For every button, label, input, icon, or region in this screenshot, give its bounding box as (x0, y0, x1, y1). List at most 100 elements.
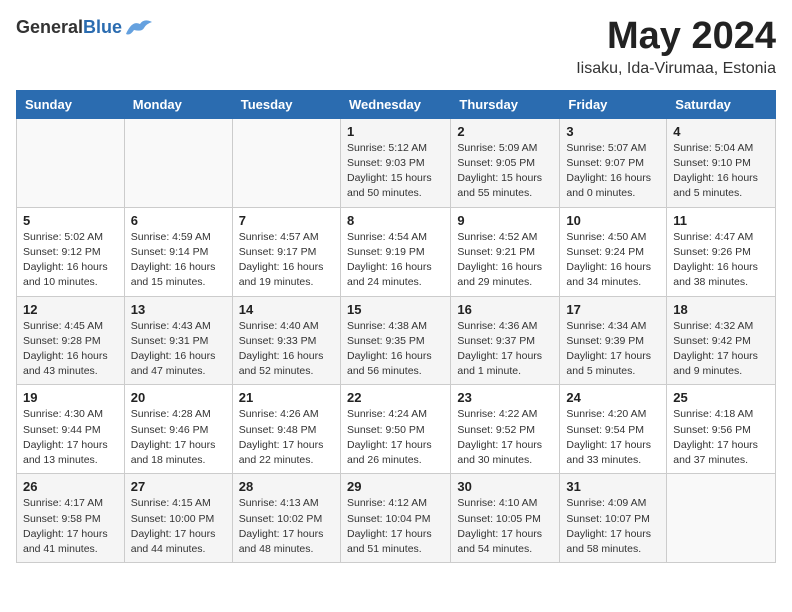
weekday-header-saturday: Saturday (667, 90, 776, 118)
day-info: Sunrise: 4:40 AM Sunset: 9:33 PM Dayligh… (239, 319, 334, 380)
day-number: 9 (457, 213, 553, 228)
day-info: Sunrise: 4:17 AM Sunset: 9:58 PM Dayligh… (23, 496, 118, 557)
calendar-week-row: 19Sunrise: 4:30 AM Sunset: 9:44 PM Dayli… (17, 385, 776, 474)
day-number: 22 (347, 390, 444, 405)
calendar-week-row: 12Sunrise: 4:45 AM Sunset: 9:28 PM Dayli… (17, 296, 776, 385)
calendar-cell: 28Sunrise: 4:13 AM Sunset: 10:02 PM Dayl… (232, 474, 340, 563)
day-number: 2 (457, 124, 553, 139)
day-info: Sunrise: 4:32 AM Sunset: 9:42 PM Dayligh… (673, 319, 769, 380)
day-number: 17 (566, 302, 660, 317)
day-info: Sunrise: 5:09 AM Sunset: 9:05 PM Dayligh… (457, 141, 553, 202)
day-number: 12 (23, 302, 118, 317)
calendar-cell: 11 Sunrise: 4:47 AM Sunset: 9:26 PM Dayli… (667, 207, 776, 296)
weekday-header-tuesday: Tuesday (232, 90, 340, 118)
calendar-cell: 31 Sunrise: 4:09 AM Sunset: 10:07 PM Dayl… (560, 474, 667, 563)
calendar-cell (232, 118, 340, 207)
calendar-cell: 1 Sunrise: 5:12 AM Sunset: 9:03 PM Daylig… (340, 118, 450, 207)
weekday-header-friday: Friday (560, 90, 667, 118)
day-number: 21 (239, 390, 334, 405)
day-number: 29 (347, 479, 444, 494)
day-info: Sunrise: 4:34 AM Sunset: 9:39 PM Dayligh… (566, 319, 660, 380)
day-number: 8 (347, 213, 444, 228)
calendar-cell: 6 Sunrise: 4:59 AM Sunset: 9:14 PM Daylig… (124, 207, 232, 296)
day-info: Sunrise: 4:52 AM Sunset: 9:21 PM Dayligh… (457, 230, 553, 291)
day-number: 5 (23, 213, 118, 228)
day-number: 3 (566, 124, 660, 139)
day-number: 30 (457, 479, 553, 494)
day-info: Sunrise: 4:09 AM Sunset: 10:07 PM Daylig… (566, 496, 660, 557)
day-info: Sunrise: 4:15 AM Sunset: 10:00 PM Daylig… (131, 496, 226, 557)
day-info: Sunrise: 4:24 AM Sunset: 9:50 PM Dayligh… (347, 407, 444, 468)
calendar-cell: 2 Sunrise: 5:09 AM Sunset: 9:05 PM Daylig… (451, 118, 560, 207)
day-number: 20 (131, 390, 226, 405)
title-area: May 2024 Iisaku, Ida-Virumaa, Estonia (576, 16, 776, 78)
day-number: 27 (131, 479, 226, 494)
day-number: 26 (23, 479, 118, 494)
calendar-cell: 27 Sunrise: 4:15 AM Sunset: 10:00 PM Dayl… (124, 474, 232, 563)
day-info: Sunrise: 5:02 AM Sunset: 9:12 PM Dayligh… (23, 230, 118, 291)
day-info: Sunrise: 4:36 AM Sunset: 9:37 PM Dayligh… (457, 319, 553, 380)
weekday-header-row: SundayMondayTuesdayWednesdayThursdayFrid… (17, 90, 776, 118)
calendar-table: SundayMondayTuesdayWednesdayThursdayFrid… (16, 90, 776, 563)
calendar-cell: 12Sunrise: 4:45 AM Sunset: 9:28 PM Dayli… (17, 296, 125, 385)
day-number: 14 (239, 302, 334, 317)
day-info: Sunrise: 5:12 AM Sunset: 9:03 PM Dayligh… (347, 141, 444, 202)
day-info: Sunrise: 4:59 AM Sunset: 9:14 PM Dayligh… (131, 230, 226, 291)
day-info: Sunrise: 4:54 AM Sunset: 9:19 PM Dayligh… (347, 230, 444, 291)
day-number: 4 (673, 124, 769, 139)
calendar-cell: 16 Sunrise: 4:36 AM Sunset: 9:37 PM Dayli… (451, 296, 560, 385)
calendar-cell: 22 Sunrise: 4:24 AM Sunset: 9:50 PM Dayli… (340, 385, 450, 474)
calendar-cell: 5 Sunrise: 5:02 AM Sunset: 9:12 PM Daylig… (17, 207, 125, 296)
calendar-cell: 7 Sunrise: 4:57 AM Sunset: 9:17 PM Daylig… (232, 207, 340, 296)
month-title: May 2024 (576, 16, 776, 58)
calendar-week-row: 26 Sunrise: 4:17 AM Sunset: 9:58 PM Dayli… (17, 474, 776, 563)
weekday-header-thursday: Thursday (451, 90, 560, 118)
calendar-week-row: 5 Sunrise: 5:02 AM Sunset: 9:12 PM Daylig… (17, 207, 776, 296)
calendar-cell: 25Sunrise: 4:18 AM Sunset: 9:56 PM Dayli… (667, 385, 776, 474)
calendar-cell: 20Sunrise: 4:28 AM Sunset: 9:46 PM Dayli… (124, 385, 232, 474)
calendar-cell: 23Sunrise: 4:22 AM Sunset: 9:52 PM Dayli… (451, 385, 560, 474)
calendar-cell: 9 Sunrise: 4:52 AM Sunset: 9:21 PM Daylig… (451, 207, 560, 296)
logo-bird-icon (124, 16, 152, 38)
day-number: 15 (347, 302, 444, 317)
calendar-cell (17, 118, 125, 207)
calendar-cell: 4 Sunrise: 5:04 AM Sunset: 9:10 PM Daylig… (667, 118, 776, 207)
day-number: 25 (673, 390, 769, 405)
calendar-cell: 30 Sunrise: 4:10 AM Sunset: 10:05 PM Dayl… (451, 474, 560, 563)
logo: GeneralBlue (16, 16, 152, 38)
day-number: 11 (673, 213, 769, 228)
day-info: Sunrise: 4:43 AM Sunset: 9:31 PM Dayligh… (131, 319, 226, 380)
weekday-header-monday: Monday (124, 90, 232, 118)
calendar-cell: 15Sunrise: 4:38 AM Sunset: 9:35 PM Dayli… (340, 296, 450, 385)
day-number: 31 (566, 479, 660, 494)
calendar-cell: 29Sunrise: 4:12 AM Sunset: 10:04 PM Dayl… (340, 474, 450, 563)
day-info: Sunrise: 4:10 AM Sunset: 10:05 PM Daylig… (457, 496, 553, 557)
calendar-cell: 14 Sunrise: 4:40 AM Sunset: 9:33 PM Dayli… (232, 296, 340, 385)
day-number: 23 (457, 390, 553, 405)
day-info: Sunrise: 4:47 AM Sunset: 9:26 PM Dayligh… (673, 230, 769, 291)
logo-text-general: General (16, 17, 83, 37)
calendar-cell: 18 Sunrise: 4:32 AM Sunset: 9:42 PM Dayli… (667, 296, 776, 385)
day-number: 7 (239, 213, 334, 228)
calendar-cell: 10Sunrise: 4:50 AM Sunset: 9:24 PM Dayli… (560, 207, 667, 296)
weekday-header-sunday: Sunday (17, 90, 125, 118)
day-number: 18 (673, 302, 769, 317)
calendar-cell: 19Sunrise: 4:30 AM Sunset: 9:44 PM Dayli… (17, 385, 125, 474)
day-number: 16 (457, 302, 553, 317)
weekday-header-wednesday: Wednesday (340, 90, 450, 118)
calendar-cell: 17 Sunrise: 4:34 AM Sunset: 9:39 PM Dayli… (560, 296, 667, 385)
day-number: 24 (566, 390, 660, 405)
page-header: GeneralBlue May 2024 Iisaku, Ida-Virumaa… (16, 16, 776, 78)
calendar-cell: 3Sunrise: 5:07 AM Sunset: 9:07 PM Daylig… (560, 118, 667, 207)
day-number: 1 (347, 124, 444, 139)
day-info: Sunrise: 4:13 AM Sunset: 10:02 PM Daylig… (239, 496, 334, 557)
calendar-cell: 26 Sunrise: 4:17 AM Sunset: 9:58 PM Dayli… (17, 474, 125, 563)
day-number: 6 (131, 213, 226, 228)
day-info: Sunrise: 4:50 AM Sunset: 9:24 PM Dayligh… (566, 230, 660, 291)
calendar-cell (667, 474, 776, 563)
calendar-cell: 21Sunrise: 4:26 AM Sunset: 9:48 PM Dayli… (232, 385, 340, 474)
day-info: Sunrise: 5:04 AM Sunset: 9:10 PM Dayligh… (673, 141, 769, 202)
day-number: 13 (131, 302, 226, 317)
day-info: Sunrise: 4:57 AM Sunset: 9:17 PM Dayligh… (239, 230, 334, 291)
calendar-cell: 13 Sunrise: 4:43 AM Sunset: 9:31 PM Dayli… (124, 296, 232, 385)
